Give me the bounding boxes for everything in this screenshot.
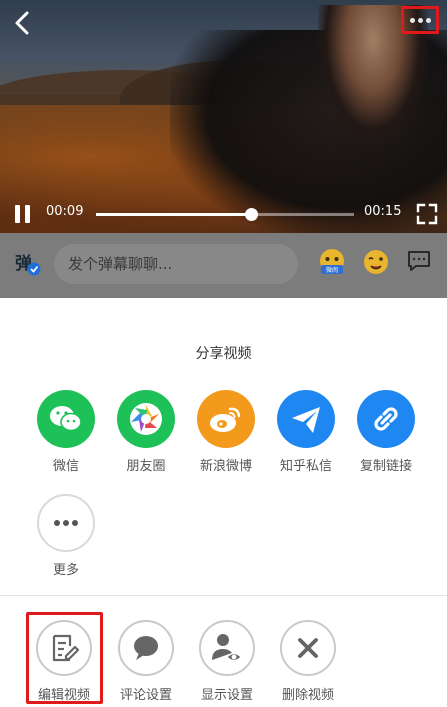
progress-knob[interactable] (244, 208, 258, 221)
chat-icon[interactable] (406, 249, 432, 273)
video-controls: 00:09 00:15 (0, 197, 447, 231)
progress-fill (96, 213, 251, 216)
edit-video-highlight (26, 612, 103, 704)
share-zhihu-message[interactable]: 知乎私信 (266, 390, 346, 474)
danmaku-toggle-icon[interactable]: 弹 (14, 249, 42, 277)
more-dots-icon[interactable] (404, 9, 436, 31)
visibility-icon[interactable] (199, 620, 255, 676)
share-more[interactable]: 更多 (26, 494, 106, 578)
svg-text:微闹: 微闹 (326, 266, 338, 274)
share-wechat[interactable]: 微信 (26, 390, 106, 474)
share-weibo[interactable]: 新浪微博 (186, 390, 266, 474)
divider (0, 595, 447, 596)
action-comment-settings[interactable]: 评论设置 (106, 620, 186, 703)
share-label: 更多 (52, 563, 79, 578)
action-label: 显示设置 (200, 688, 253, 703)
pause-icon[interactable] (14, 205, 32, 223)
more-button-highlight[interactable] (401, 6, 439, 34)
share-label: 知乎私信 (279, 459, 332, 474)
share-label: 微信 (52, 459, 79, 474)
delete-icon[interactable] (280, 620, 336, 676)
action-label: 评论设置 (119, 688, 172, 703)
back-chevron-icon[interactable] (10, 10, 36, 36)
danmaku-bar: 弹 发个弹幕聊聊... 微闹 (0, 233, 447, 298)
comment-icon[interactable] (118, 620, 174, 676)
share-label: 复制链接 (359, 459, 412, 474)
action-display-settings[interactable]: 显示设置 (187, 620, 267, 703)
share-label: 新浪微博 (199, 459, 252, 474)
danmaku-input[interactable]: 发个弹幕聊聊... (54, 244, 298, 284)
zhihu-message-icon[interactable] (277, 390, 335, 448)
action-label: 删除视频 (281, 688, 334, 703)
video-player[interactable]: 00:09 00:15 (0, 0, 447, 233)
emoji-face-icon[interactable] (362, 248, 390, 276)
fullscreen-icon[interactable] (416, 203, 438, 225)
total-time: 00:15 (364, 204, 402, 219)
share-label: 朋友圈 (126, 459, 166, 474)
weibo-icon[interactable] (197, 390, 255, 448)
link-icon[interactable] (357, 390, 415, 448)
share-sheet: 分享视频 微信 朋友圈 新浪微博 知乎私信 复制链接 更多 编辑视频 评论设置 … (0, 298, 447, 707)
share-moments[interactable]: 朋友圈 (106, 390, 186, 474)
moments-icon[interactable] (117, 390, 175, 448)
emoji-sticker-icon[interactable]: 微闹 (318, 248, 346, 278)
progress-bar[interactable] (96, 208, 354, 221)
share-copy-link[interactable]: 复制链接 (346, 390, 426, 474)
current-time: 00:09 (46, 204, 84, 219)
more-dots-icon[interactable] (37, 494, 95, 552)
action-delete-video[interactable]: 删除视频 (268, 620, 348, 703)
share-sheet-title: 分享视频 (195, 346, 252, 362)
wechat-icon[interactable] (37, 390, 95, 448)
